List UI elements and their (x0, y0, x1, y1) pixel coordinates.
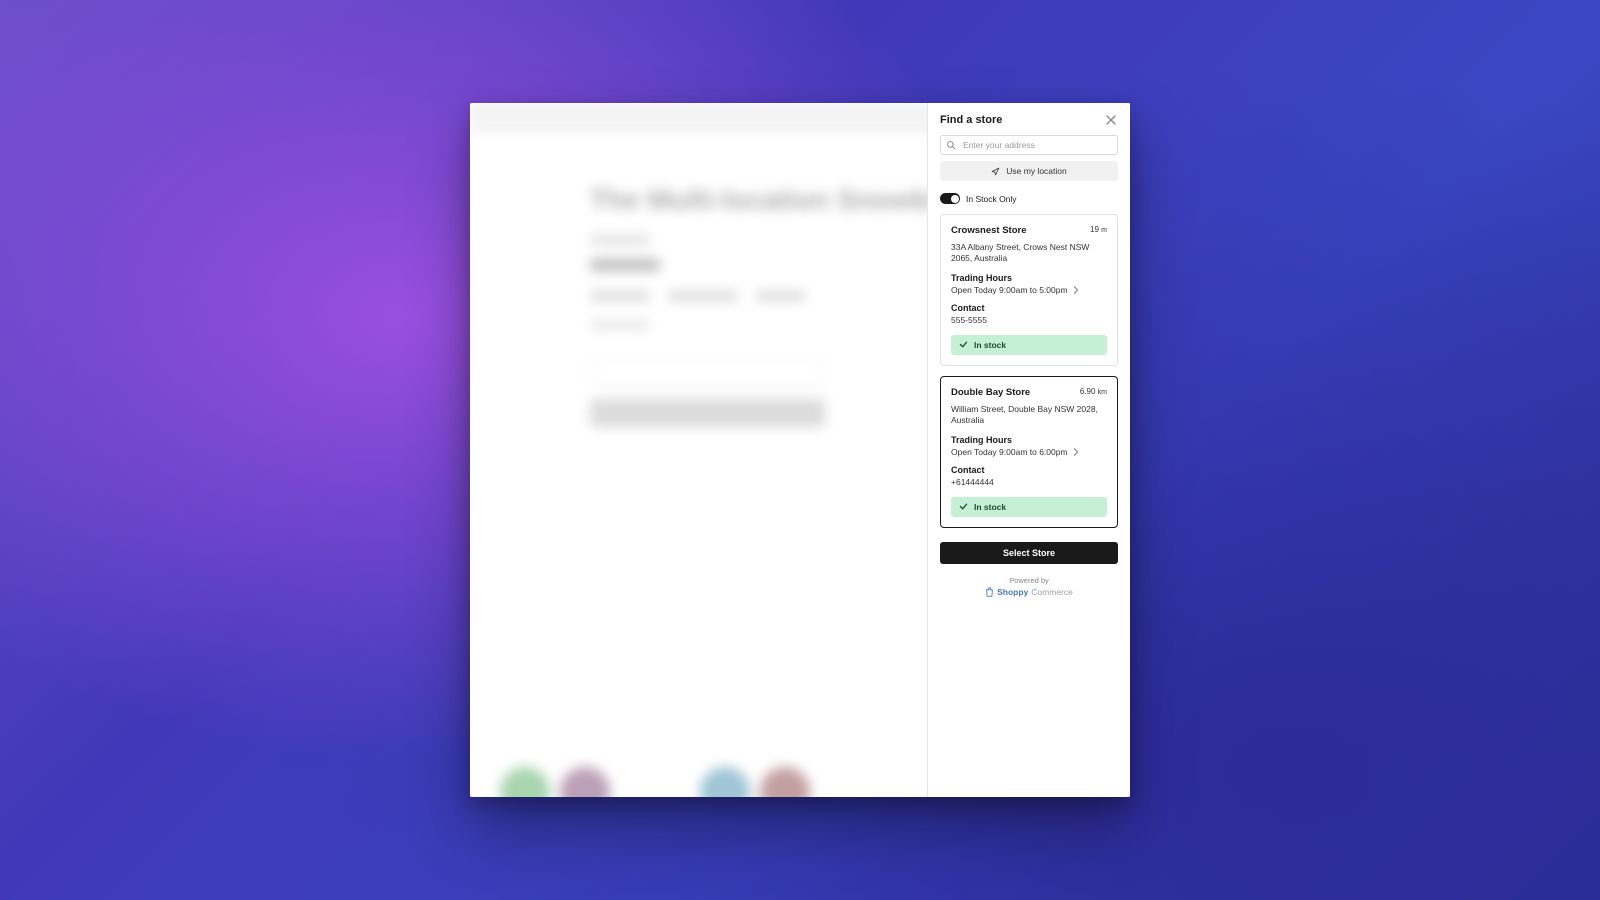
close-icon (1106, 115, 1116, 125)
powered-by-label: Powered by (940, 576, 1118, 585)
use-my-location-label: Use my location (1006, 166, 1066, 176)
check-icon (959, 502, 968, 511)
select-store-button[interactable]: Select Store (940, 542, 1118, 564)
shopping-bag-icon (985, 587, 994, 597)
panel-title: Find a store (940, 114, 1002, 126)
powered-by-brand: ShoppyCommerce (940, 587, 1118, 597)
stock-label: In stock (974, 502, 1006, 512)
in-stock-toggle[interactable] (940, 193, 960, 204)
store-card[interactable]: Double Bay Store 6.90 km William Street,… (940, 376, 1118, 528)
store-distance: 6.90 km (1080, 387, 1107, 396)
store-address: 33A Albany Street, Crows Nest NSW 2065, … (951, 242, 1107, 265)
stock-badge: In stock (951, 335, 1107, 355)
store-address: William Street, Double Bay NSW 2028, Aus… (951, 404, 1107, 427)
store-name: Crowsnest Store (951, 225, 1027, 236)
stock-label: In stock (974, 340, 1006, 350)
trading-hours-heading: Trading Hours (951, 273, 1107, 283)
trading-hours-text: Open Today 9:00am to 5:00pm (951, 285, 1068, 295)
address-input[interactable] (940, 135, 1118, 155)
contact-value: +61444444 (951, 477, 1107, 487)
contact-heading: Contact (951, 303, 1107, 313)
contact-value: 555-5555 (951, 315, 1107, 325)
app-window: The Multi-location Snowboard Find a stor… (470, 103, 1130, 797)
search-icon (946, 140, 956, 150)
find-store-panel: Find a store Use my location In Stock On… (927, 103, 1130, 797)
location-arrow-icon (991, 167, 1000, 176)
close-button[interactable] (1104, 113, 1118, 127)
trading-hours-row[interactable]: Open Today 9:00am to 5:00pm (951, 285, 1107, 295)
trading-hours-heading: Trading Hours (951, 435, 1107, 445)
use-my-location-button[interactable]: Use my location (940, 161, 1118, 181)
check-icon (959, 340, 968, 349)
stock-badge: In stock (951, 497, 1107, 517)
store-name: Double Bay Store (951, 387, 1030, 398)
chevron-right-icon (1072, 448, 1080, 456)
trading-hours-text: Open Today 9:00am to 6:00pm (951, 447, 1068, 457)
chevron-right-icon (1072, 286, 1080, 294)
store-distance: 19 m (1090, 225, 1107, 234)
store-card[interactable]: Crowsnest Store 19 m 33A Albany Street, … (940, 214, 1118, 366)
contact-heading: Contact (951, 465, 1107, 475)
trading-hours-row[interactable]: Open Today 9:00am to 6:00pm (951, 447, 1107, 457)
in-stock-toggle-label: In Stock Only (966, 194, 1017, 204)
